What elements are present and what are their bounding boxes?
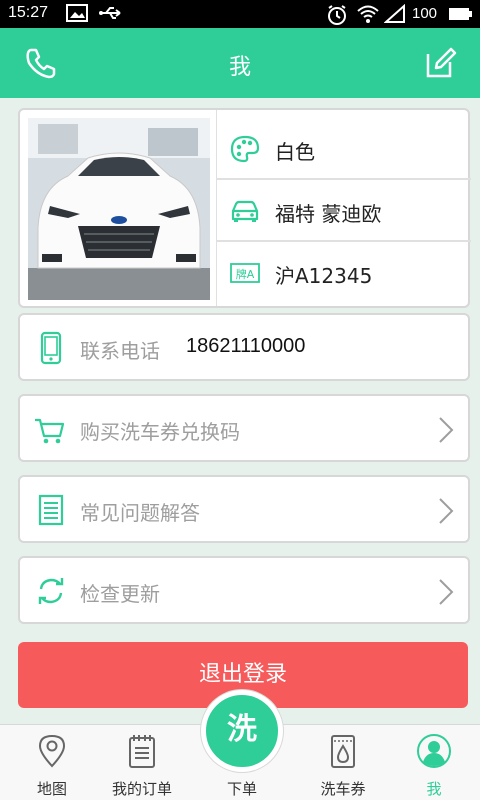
check-update-label: 检查更新 <box>80 582 160 606</box>
car-color: 白色 <box>275 140 315 164</box>
cart-icon <box>35 418 65 444</box>
car-photo <box>28 118 210 300</box>
faq-row[interactable]: 常见问题解答 <box>18 475 470 543</box>
user-icon <box>417 734 451 768</box>
status-bar: 15:27 100 <box>0 0 480 28</box>
faq-label: 常见问题解答 <box>80 501 200 525</box>
car-details: 白色 福特 蒙迪欧 牌A 沪A12345 <box>216 110 471 306</box>
signal-icon <box>384 4 405 23</box>
car-icon <box>231 200 259 222</box>
mobile-phone-icon <box>40 331 62 365</box>
tab-wash-coupon[interactable]: 洗车券 <box>295 725 391 800</box>
plate-icon-text: 牌A <box>236 267 255 281</box>
alarm-icon <box>328 5 346 25</box>
chevron-right-icon <box>439 579 454 605</box>
contact-value: 18621110000 <box>186 335 306 357</box>
edit-icon[interactable] <box>424 46 458 80</box>
document-icon <box>38 494 64 526</box>
car-color-row: 白色 <box>217 118 471 180</box>
battery-icon <box>449 8 472 20</box>
wifi-icon <box>357 5 379 23</box>
usb-icon <box>99 7 121 19</box>
buy-voucher-row[interactable]: 购买洗车券兑换码 <box>18 394 470 462</box>
car-plate-row: 牌A 沪A12345 <box>217 242 471 304</box>
page-title: 我 <box>228 55 251 80</box>
contact-label: 联系电话 <box>80 339 160 363</box>
tab-my-orders[interactable]: 我的订单 <box>94 725 190 800</box>
tab-map[interactable]: 地图 <box>4 725 100 800</box>
car-plate: 沪A12345 <box>275 264 373 288</box>
coupon-icon <box>331 735 355 768</box>
car-info-card[interactable]: 白色 福特 蒙迪欧 牌A 沪A12345 <box>18 108 471 308</box>
chevron-right-icon <box>439 498 454 524</box>
wash-order-button[interactable]: 洗 <box>201 690 283 772</box>
tab-wash-coupon-label: 洗车券 <box>320 780 366 798</box>
image-icon <box>66 4 88 22</box>
header-bar: 我 <box>0 28 480 98</box>
tab-me[interactable]: 我 <box>386 725 480 800</box>
status-time: 15:27 <box>8 4 49 21</box>
tab-order-label: 下单 <box>226 780 257 798</box>
tab-me-label: 我 <box>426 780 442 798</box>
tab-my-orders-label: 我的订单 <box>111 780 172 798</box>
contact-phone-row[interactable]: 联系电话 18621110000 <box>18 313 470 381</box>
license-plate-icon: 牌A <box>230 263 260 283</box>
notepad-icon <box>129 735 155 768</box>
check-update-row[interactable]: 检查更新 <box>18 556 470 624</box>
map-pin-icon <box>38 734 66 768</box>
chevron-right-icon <box>439 417 454 443</box>
buy-voucher-label: 购买洗车券兑换码 <box>80 420 240 444</box>
car-model-row: 福特 蒙迪欧 <box>217 180 471 242</box>
battery-level: 100 <box>412 5 438 22</box>
refresh-icon <box>38 578 64 604</box>
palette-icon <box>230 135 260 163</box>
tab-map-label: 地图 <box>36 780 67 798</box>
car-model: 福特 蒙迪欧 <box>275 202 382 226</box>
